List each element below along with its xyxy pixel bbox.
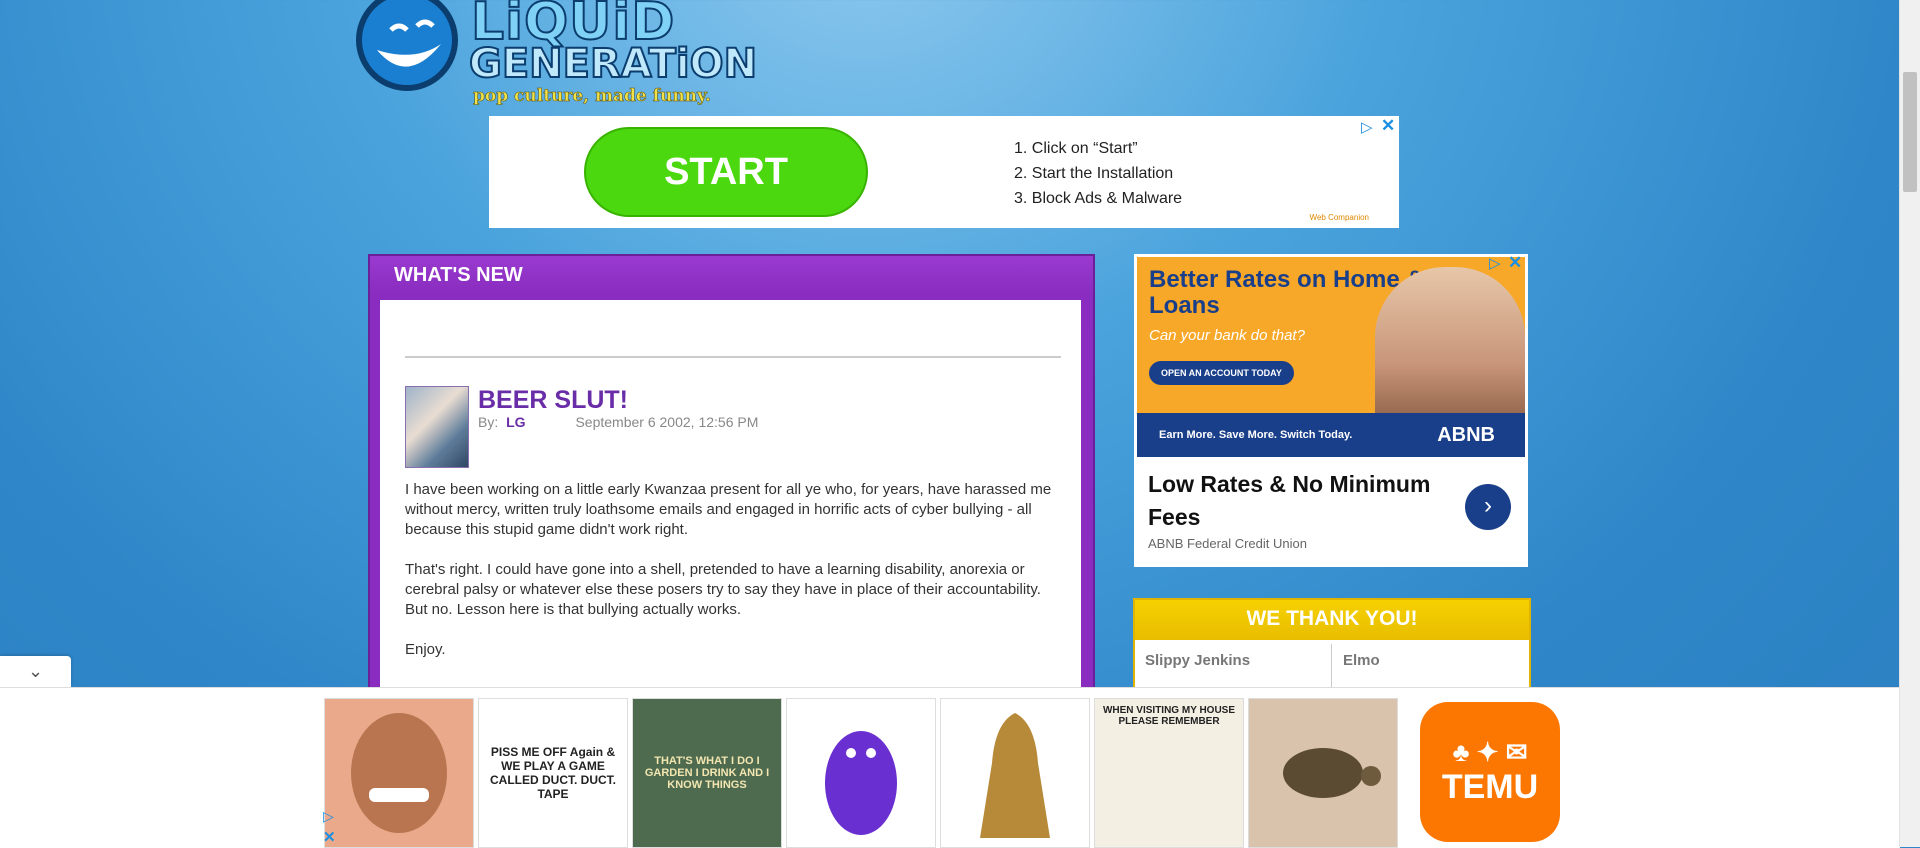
ad-start-button[interactable]: START	[584, 127, 868, 217]
temu-label: TEMU	[1441, 768, 1539, 806]
bottom-sticky-ad[interactable]: PISS ME OFF Again & WE PLAY A GAME CALLE…	[0, 687, 1900, 848]
side-ad-strip-text: Earn More. Save More. Switch Today.	[1159, 429, 1353, 441]
logo-wordmark-bottom: GENERATiON	[468, 41, 758, 87]
top-banner-ad[interactable]: START 1. Click on “Start” 2. Start the I…	[489, 116, 1399, 228]
smiley-mascot-icon	[356, 0, 458, 91]
side-ad-advertiser: ABNB Federal Credit Union	[1148, 536, 1307, 551]
side-ad-strip: Earn More. Save More. Switch Today. ABNB	[1137, 413, 1525, 457]
ad-step: 1. Click on “Start”	[1014, 140, 1138, 157]
adchoices-icon[interactable]: ▷	[1361, 118, 1373, 136]
face-pillow-icon	[351, 713, 447, 833]
thank-you-heading: WE THANK YOU!	[1135, 600, 1529, 640]
product-caption: THAT'S WHAT I DO I GARDEN I DRINK AND I …	[644, 755, 770, 791]
ad-brand: Web Companion	[1309, 213, 1369, 222]
chevron-right-icon[interactable]: ›	[1465, 484, 1511, 530]
side-bank-ad[interactable]: Better Rates on Home & Auto Loans Can yo…	[1134, 253, 1528, 567]
whats-new-heading: WHAT'S NEW	[370, 256, 1093, 294]
purple-mascot-icon	[825, 731, 897, 835]
post-paragraph: That's right. I could have gone into a s…	[405, 561, 1041, 618]
product-tile[interactable]: WHEN VISITING MY HOUSE PLEASE REMEMBER	[1094, 698, 1244, 848]
close-ad-icon[interactable]: ✕	[1381, 116, 1395, 136]
ad-steps-list: 1. Click on “Start” 2. Start the Install…	[1014, 136, 1182, 211]
post-paragraph: Enjoy.	[405, 641, 446, 658]
post-title[interactable]: BEER SLUT!	[478, 386, 628, 415]
product-tile[interactable]	[1248, 698, 1398, 848]
post-container: BEER SLUT! By: LG September 6 2002, 12:5…	[380, 300, 1081, 720]
product-tile[interactable]: PISS ME OFF Again & WE PLAY A GAME CALLE…	[478, 698, 628, 848]
product-caption: PISS ME OFF Again & WE PLAY A GAME CALLE…	[490, 745, 616, 801]
ad-photo	[1375, 267, 1525, 427]
scrollbar-thumb[interactable]	[1903, 72, 1917, 192]
close-ad-icon[interactable]: ✕	[323, 828, 336, 846]
post-thumbnail[interactable]	[405, 386, 469, 468]
chevron-down-icon[interactable]: ⌄	[0, 656, 71, 687]
temu-icons: ♣ ✦ ✉	[1452, 737, 1528, 767]
product-tile[interactable]	[940, 698, 1090, 848]
site-logo[interactable]: LiQUiD GENERATiON pop culture, made funn…	[355, 0, 758, 112]
side-ad-question: Can your bank do that?	[1149, 327, 1305, 344]
post-body: I have been working on a little early Kw…	[405, 480, 1065, 680]
divider	[405, 356, 1061, 358]
post-author-link[interactable]: LG	[506, 414, 525, 430]
turtle-figurine-icon	[1283, 748, 1381, 798]
adchoices-icon[interactable]: ▷	[1489, 254, 1501, 272]
side-ad-title[interactable]: Low Rates & No Minimum Fees	[1148, 468, 1468, 534]
product-tile[interactable]	[786, 698, 936, 848]
by-label: By:	[478, 414, 499, 430]
supporter-name: Elmo	[1343, 652, 1380, 669]
supporter-name: Slippy Jenkins	[1145, 652, 1251, 669]
adchoices-icon[interactable]: ▷	[323, 808, 334, 825]
post-paragraph: I have been working on a little early Kw…	[405, 481, 1052, 538]
cloak-icon	[980, 713, 1050, 838]
product-tile[interactable]	[324, 698, 474, 848]
close-ad-icon[interactable]: ✕	[1508, 253, 1522, 273]
product-caption: WHEN VISITING MY HOUSE PLEASE REMEMBER	[1102, 705, 1236, 727]
whats-new-panel: WHAT'S NEW BEER SLUT! By: LG September 6…	[368, 254, 1095, 720]
bank-logo: ABNB	[1437, 424, 1495, 446]
product-tile[interactable]: THAT'S WHAT I DO I GARDEN I DRINK AND I …	[632, 698, 782, 848]
post-meta: By: LG September 6 2002, 12:56 PM	[478, 414, 758, 430]
temu-logo[interactable]: ♣ ✦ ✉ TEMU	[1420, 702, 1560, 842]
open-account-button[interactable]: OPEN AN ACCOUNT TODAY	[1149, 361, 1294, 385]
ad-step: 3. Block Ads & Malware	[1014, 190, 1183, 207]
side-ad-banner[interactable]: Better Rates on Home & Auto Loans Can yo…	[1137, 257, 1525, 457]
ad-step: 2. Start the Installation	[1014, 165, 1174, 182]
page-scrollbar[interactable]	[1899, 0, 1920, 847]
logo-tagline: pop culture, made funny.	[473, 86, 711, 107]
post-date: September 6 2002, 12:56 PM	[575, 414, 759, 430]
